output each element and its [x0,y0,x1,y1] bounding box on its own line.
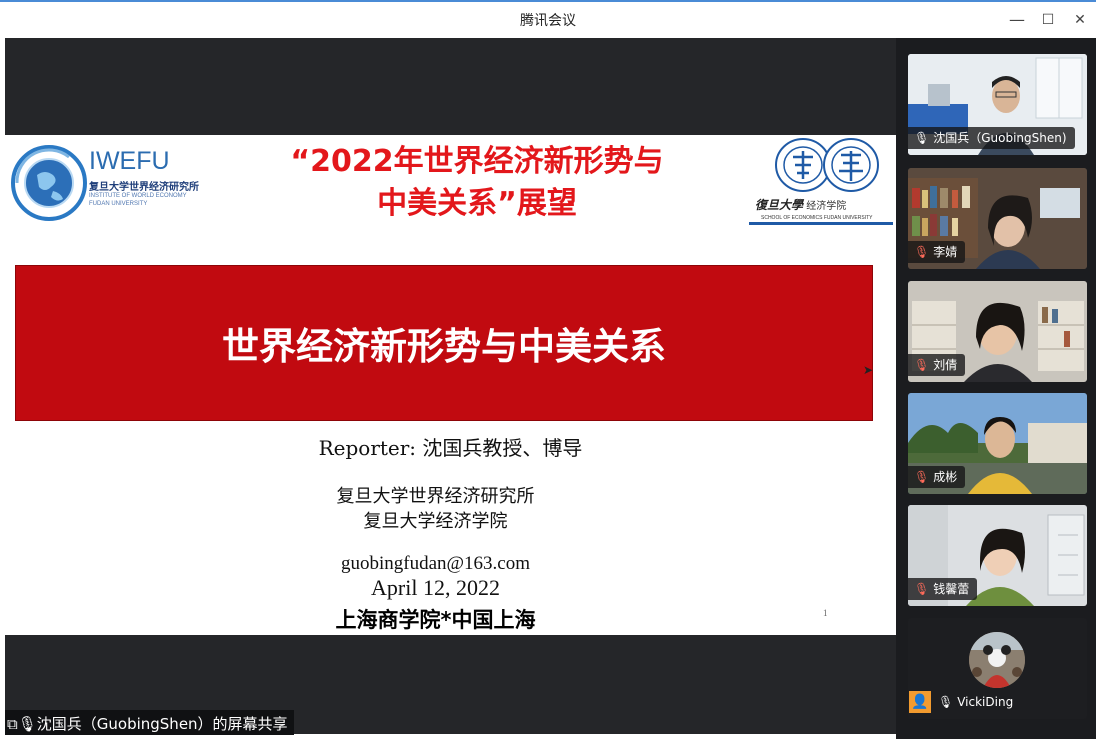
participant-name-tag: 🎙 李婧 [908,241,966,263]
close-button[interactable]: ✕ [1068,8,1092,32]
host-icon: 👤 [909,691,931,713]
mic-icon: 🎙 [17,715,37,733]
slide-title-line-2: 中美关系”展望 [377,186,577,221]
mic-muted-icon: 🎙 [914,358,930,372]
topic-banner: 世界经济新形势与中美关系 [15,265,873,421]
participant-tile[interactable]: 🎙 成彬 [908,393,1087,494]
institute-line-2: 复旦大学经济学院 [363,511,508,532]
slide-title: “2022年世界经济新形势与 中美关系”展望 [237,141,717,225]
iwefu-en-name: INSTITUTE OF WORLD ECONOMY [89,193,187,199]
mic-muted-icon: 🎙 [914,582,930,596]
date: April 12, 2022 [371,575,500,600]
participant-name-tag: 🎙 沈国兵（GuobingShen) [908,127,1075,149]
school-cn: 经济学院 [806,201,847,212]
participant-name-tag: 🎙 刘倩 [908,354,966,376]
title-bar: 腾讯会议 — ☐ ✕ [0,0,1096,38]
school-en: SCHOOL OF ECONOMICS FUDAN UNIVERSITY [761,215,873,221]
institute-line-1: 复旦大学世界经济研究所 [336,486,535,507]
participant-name: 刘倩 [933,358,958,372]
presentation-slide: IWEFU 复旦大学世界经济研究所 INSTITUTE OF WORLD ECO… [5,135,896,635]
shared-screen-area[interactable]: IWEFU 复旦大学世界经济研究所 INSTITUTE OF WORLD ECO… [5,38,896,734]
participant-tile[interactable]: 🎙 刘倩 [908,281,1087,382]
participant-name-tag: 🎙 VickiDing [932,691,1021,713]
iwefu-logo: IWEFU 复旦大学世界经济研究所 INSTITUTE OF WORLD ECO… [7,135,217,227]
globe-logo-icon [11,145,87,221]
slide-title-line-1: “2022年世界经济新形势与 [290,144,664,179]
logo-divider [749,222,893,225]
page-number: 1 [823,608,828,618]
fudan-economics-logo: 復旦大學 经济学院 SCHOOL OF ECONOMICS FUDAN UNIV… [749,135,896,235]
avatar-image [969,632,1025,688]
participant-name: 成彬 [933,470,958,484]
meeting-window: 腾讯会议 — ☐ ✕ IWEFU 复旦大学世界经济研究所 INSTITUTE O… [0,0,1096,739]
mic-muted-icon: 🎙 [914,245,930,259]
banner-title: 世界经济新形势与中美关系 [222,325,666,368]
university-seal-icon [775,138,879,192]
mic-muted-icon: 🎙 [914,470,930,484]
email: guobingfudan@163.com [341,553,530,574]
participant-name-tag: 🎙 钱馨蕾 [908,578,978,600]
school-name: 復旦大學 经济学院 [755,196,846,213]
mic-icon: 🎙 [938,695,954,709]
iwefu-en-univ: FUDAN UNIVERSITY [89,201,148,207]
participant-name: 李婧 [933,245,958,259]
iwefu-brand: IWEFU [89,147,170,175]
mic-icon: 🎙 [914,131,930,145]
avatar [969,632,1025,688]
window-title: 腾讯会议 [520,13,576,29]
screen-share-icon: ⧉ [7,715,18,733]
participant-name: 钱馨蕾 [933,582,970,596]
participant-name-tag: 🎙 成彬 [908,466,966,488]
minimize-button[interactable]: — [1005,8,1029,32]
participant-name: 沈国兵（GuobingShen) [933,131,1067,145]
participant-tile[interactable]: 🎙 钱馨蕾 [908,505,1087,606]
participant-name: VickiDing [957,695,1014,709]
participant-tile[interactable]: 🎙 沈国兵（GuobingShen) [908,54,1087,155]
screen-share-label[interactable]: ⧉🎙沈国兵（GuobingShen）的屏幕共享 [5,710,294,735]
participant-tile[interactable]: 🎙 李婧 [908,168,1087,269]
iwefu-cn-name: 复旦大学世界经济研究所 [89,182,199,193]
maximize-button[interactable]: ☐ [1036,8,1060,32]
share-label-text: 沈国兵（GuobingShen）的屏幕共享 [36,715,288,733]
mouse-pointer-icon: ➤ [863,363,874,377]
fudan-calligraphy: 復旦大學 [755,198,804,212]
participant-tile[interactable]: 👤 🎙 VickiDing [908,618,1087,719]
reporter-line: Reporter: 沈国兵教授、博导 [318,436,583,460]
participants-panel: 🎙 沈国兵（GuobingShen) 🎙 李婧 🎙 刘倩 🎙 成彬 🎙 钱馨蕾 … [896,38,1096,739]
venue: 上海商学院*中国上海 [335,608,536,632]
